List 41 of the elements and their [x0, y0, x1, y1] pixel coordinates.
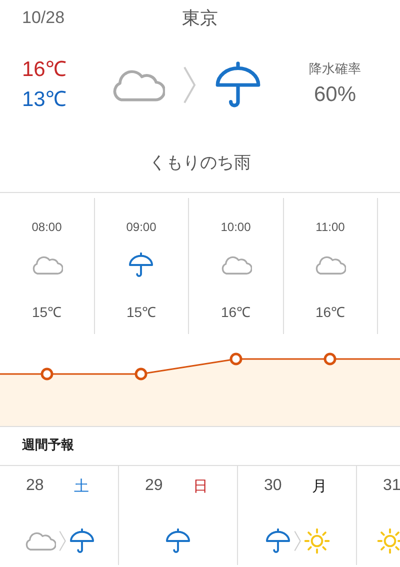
hour-temperature: 15℃ — [32, 303, 62, 322]
hour-temperature: 16℃ — [220, 303, 251, 322]
chevron-icon — [294, 530, 300, 552]
city-title: 東京 — [182, 7, 218, 31]
umbrella-icon — [68, 528, 94, 554]
umbrella-icon — [128, 252, 154, 278]
weekday-label: 月 — [312, 476, 327, 497]
chevron-icon — [58, 530, 66, 552]
sun-icon — [377, 528, 400, 554]
high-temperature: 16℃ — [22, 57, 68, 83]
precipitation-label: 降水確率 — [309, 60, 361, 78]
umbrella-icon — [264, 528, 290, 554]
date-label: 10/28 — [22, 7, 65, 29]
temperature-point — [324, 352, 336, 366]
cloud-icon — [314, 255, 346, 275]
cloud-icon — [220, 255, 252, 275]
umbrella-icon — [165, 528, 191, 554]
hour-label: 08:00 — [32, 219, 62, 236]
section-title: 週間予報 — [22, 437, 74, 456]
hour-label: 10:00 — [220, 219, 251, 236]
hour-label: 11:00 — [316, 219, 345, 236]
umbrella-icon — [214, 61, 262, 109]
condition-text: くもりのち雨 — [149, 152, 251, 175]
sun-icon — [304, 528, 330, 554]
day-number: 30 — [264, 476, 282, 496]
day-number: 29 — [145, 476, 163, 496]
temperature-point — [230, 352, 242, 366]
precipitation-value: 60% — [314, 82, 356, 108]
hour-label: 09:00 — [126, 219, 156, 236]
hour-temperature: 15℃ — [126, 303, 156, 322]
cloud-icon — [30, 255, 63, 275]
day-number: 28 — [26, 476, 44, 496]
weekday-label: 土 — [74, 476, 89, 497]
temperature-point — [134, 368, 148, 380]
weekday-label: 日 — [192, 476, 208, 497]
chevron-icon — [183, 66, 196, 104]
temperature-point — [40, 368, 54, 380]
low-temperature: 13℃ — [22, 87, 68, 113]
day-number: 31 — [383, 476, 400, 496]
cloud-icon — [24, 531, 56, 551]
hour-temperature: 16℃ — [315, 303, 346, 322]
